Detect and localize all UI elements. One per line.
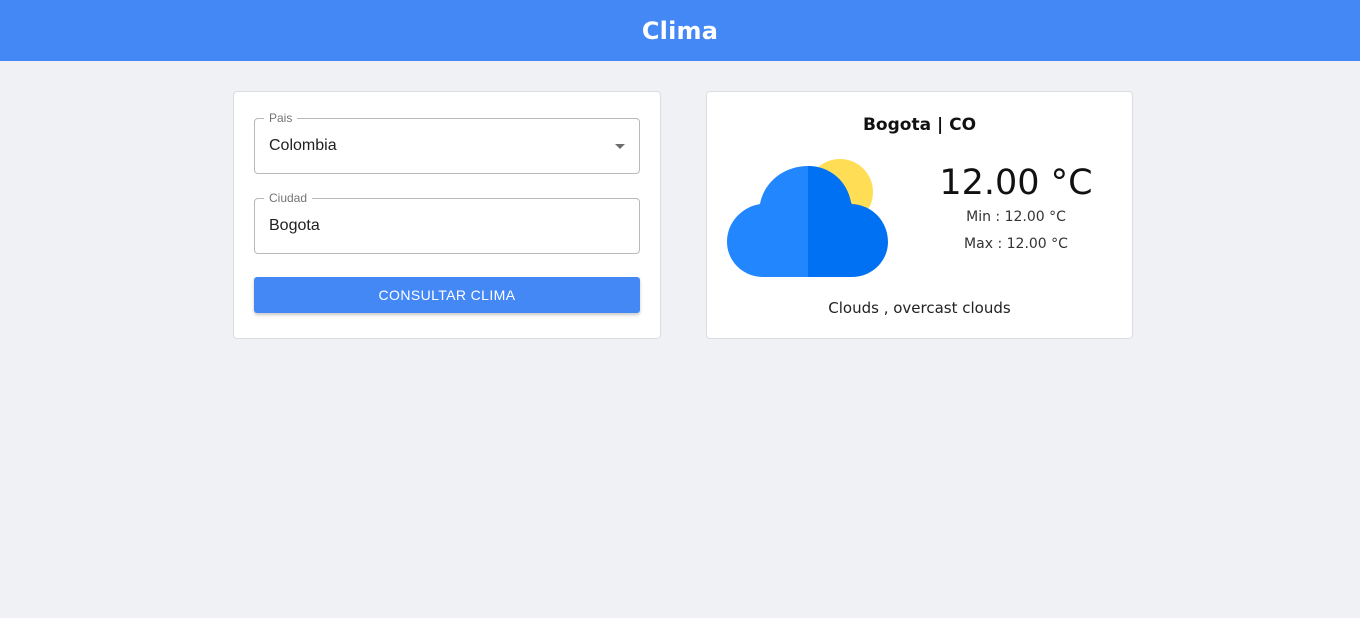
max-label: Max : xyxy=(964,236,1003,252)
current-temperature: 12.00 °C xyxy=(939,163,1093,203)
min-value: 12.00 °C xyxy=(1004,209,1066,225)
app-bar: Clima xyxy=(0,0,1360,61)
weather-result-card: Bogota | CO 12.00 °C Min : 12.00 °C Max … xyxy=(706,91,1133,339)
location-separator: | xyxy=(936,115,944,135)
country-label: Pais xyxy=(264,111,298,125)
city-field: Ciudad xyxy=(254,191,640,254)
location-title: Bogota | CO xyxy=(707,115,1132,135)
country-select[interactable]: Pais Colombia xyxy=(254,111,640,174)
city-label: Ciudad xyxy=(264,191,313,205)
temperature-range: Min : 12.00 °C Max : 12.00 °C xyxy=(931,204,1101,258)
chevron-down-icon[interactable] xyxy=(615,144,625,149)
country-code: CO xyxy=(949,115,977,135)
weather-description: Clouds , overcast clouds xyxy=(828,299,1011,317)
app-title: Clima xyxy=(641,16,719,45)
max-temperature: Max : 12.00 °C xyxy=(931,231,1101,258)
consult-weather-button[interactable]: CONSULTAR CLIMA xyxy=(254,277,640,313)
min-temperature: Min : 12.00 °C xyxy=(931,204,1101,231)
country-value: Colombia xyxy=(269,137,337,154)
min-label: Min : xyxy=(966,209,1001,225)
city-name: Bogota xyxy=(862,115,932,135)
search-form-card: Pais Colombia Ciudad CONSULTAR CLIMA xyxy=(233,91,661,339)
cloud-left-half xyxy=(727,166,808,277)
cloud-with-sun-icon xyxy=(727,159,888,277)
city-input[interactable] xyxy=(269,216,609,236)
temperature-block: 12.00 °C Min : 12.00 °C Max : 12.00 °C xyxy=(931,162,1101,258)
max-value: 12.00 °C xyxy=(1006,236,1068,252)
